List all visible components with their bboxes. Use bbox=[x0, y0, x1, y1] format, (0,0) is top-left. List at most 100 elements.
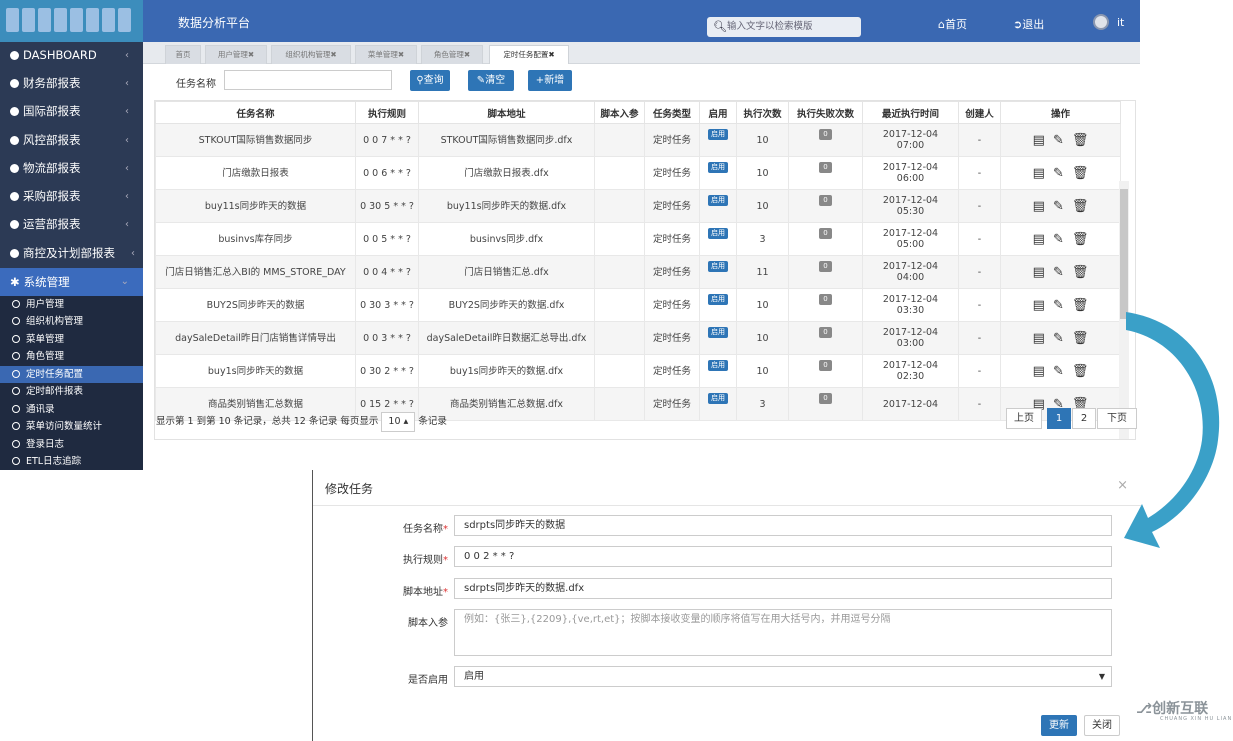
task-name-input[interactable] bbox=[224, 70, 392, 90]
view-log-icon[interactable]: ▤ bbox=[1033, 266, 1045, 279]
page-1-button[interactable]: 1 bbox=[1047, 408, 1071, 429]
circle-icon bbox=[10, 79, 19, 88]
circle-icon bbox=[10, 51, 19, 60]
sidebar-sub-menu-stats[interactable]: 菜单访问数量统计 bbox=[0, 418, 143, 435]
prev-page-button[interactable]: 上页 bbox=[1006, 408, 1042, 429]
user-name[interactable]: it bbox=[1117, 16, 1124, 29]
sidebar-item-dashboard[interactable]: DASHBOARD ‹ bbox=[0, 42, 143, 69]
rule-field[interactable]: 0 0 2 * * ? bbox=[454, 546, 1112, 567]
view-log-icon[interactable]: ▤ bbox=[1033, 134, 1045, 147]
logo[interactable] bbox=[0, 0, 143, 42]
trash-icon[interactable]: 🗑︎ bbox=[1072, 167, 1089, 180]
tab-roles[interactable]: 角色管理✖ bbox=[421, 45, 483, 64]
trash-icon[interactable]: 🗑︎ bbox=[1072, 266, 1089, 279]
sidebar-sub-etl-log[interactable]: ETL日志追踪 bbox=[0, 453, 143, 470]
circle-icon bbox=[10, 192, 19, 201]
cell-rule: 0 0 7 * * ? bbox=[355, 123, 419, 157]
cell-ops: ▤ ✎ 🗑︎ bbox=[1000, 321, 1121, 355]
trash-icon[interactable]: 🗑︎ bbox=[1072, 200, 1089, 213]
page-size-select[interactable]: 10 ▴ bbox=[381, 412, 416, 432]
top-bar: 数据分析平台 🔍︎ 输入文字以检索模版 ⌂首页 ➲退出 it bbox=[0, 0, 1140, 42]
label-text: 执行规则 bbox=[403, 555, 443, 566]
tab-org[interactable]: 组织机构管理✖ bbox=[271, 45, 351, 64]
tab-scheduled-tasks[interactable]: 定时任务配置✖ bbox=[489, 45, 569, 64]
sidebar-sub-org[interactable]: 组织机构管理 bbox=[0, 313, 143, 330]
circle-outline-icon bbox=[12, 370, 20, 378]
page-2-button[interactable]: 2 bbox=[1072, 408, 1096, 429]
sidebar-item-international[interactable]: 国际部报表 ‹ bbox=[0, 98, 143, 125]
tab-users[interactable]: 用户管理✖ bbox=[205, 45, 267, 64]
trash-icon[interactable]: 🗑︎ bbox=[1072, 299, 1089, 312]
sidebar-item-finance[interactable]: 财务部报表 ‹ bbox=[0, 70, 143, 97]
view-log-icon[interactable]: ▤ bbox=[1033, 365, 1045, 378]
pagination-info-prefix: 显示第 1 到第 10 条记录，总共 12 条记录 每页显示 bbox=[156, 416, 379, 427]
edit-icon[interactable]: ✎ bbox=[1053, 266, 1064, 279]
update-button[interactable]: 更新 bbox=[1041, 715, 1077, 736]
circle-icon bbox=[10, 107, 19, 116]
edit-icon[interactable]: ✎ bbox=[1053, 167, 1064, 180]
fail-count-badge: 0 bbox=[819, 360, 832, 371]
sidebar-item-operations[interactable]: 运营部报表 ‹ bbox=[0, 211, 143, 238]
table-row[interactable]: daySaleDetail昨日门店销售详情导出 0 0 3 * * ? daySal… bbox=[155, 321, 1121, 355]
logout-link[interactable]: ➲退出 bbox=[1013, 16, 1044, 32]
watermark-subtext: CHUANG XIN HU LIAN bbox=[1160, 716, 1233, 722]
sidebar-item-system[interactable]: ✱ 系统管理 ⌄ bbox=[0, 268, 143, 296]
rule-field-label: 执行规则* bbox=[313, 551, 448, 566]
sidebar-item-logistics[interactable]: 物流部报表 ‹ bbox=[0, 155, 143, 182]
edit-icon[interactable]: ✎ bbox=[1053, 365, 1064, 378]
table-row[interactable]: BUY2S同步昨天的数据 0 30 3 * * ? BUY2S同步昨天的数据.dfx… bbox=[155, 288, 1121, 322]
view-log-icon[interactable]: ▤ bbox=[1033, 167, 1045, 180]
home-link[interactable]: ⌂首页 bbox=[938, 16, 967, 32]
query-button[interactable]: ⚲查询 bbox=[410, 70, 450, 91]
sidebar-item-planning[interactable]: 商控及计划部报表 ‹ bbox=[0, 240, 143, 267]
tab-menu[interactable]: 菜单管理✖ bbox=[355, 45, 417, 64]
sidebar-sub-menu[interactable]: 菜单管理 bbox=[0, 331, 143, 348]
sidebar-item-label: 财务部报表 bbox=[23, 76, 81, 90]
task-name-field[interactable]: sdrpts同步昨天的数据 bbox=[454, 515, 1112, 536]
table-row[interactable]: businvs库存同步 0 0 5 * * ? businvs同步.dfx 定时任务启… bbox=[155, 222, 1121, 256]
sub-item-label: 菜单管理 bbox=[26, 334, 65, 345]
enabled-select[interactable]: 启用 ▼ bbox=[454, 666, 1112, 687]
sidebar-item-risk[interactable]: 风控部报表 ‹ bbox=[0, 127, 143, 154]
param-field[interactable]: 例如：{张三},{2209},{ve,rt,et}；按脚本接收变量的顺序将值写在… bbox=[454, 609, 1112, 656]
table-row[interactable]: buy1s同步昨天的数据 0 30 2 * * ? buy1s同步昨天的数据.dfx… bbox=[155, 354, 1121, 388]
cancel-button[interactable]: 关闭 bbox=[1084, 715, 1120, 736]
sidebar-sub-scheduled-tasks[interactable]: 定时任务配置 bbox=[0, 366, 143, 383]
sidebar-sub-contacts[interactable]: 通讯录 bbox=[0, 401, 143, 418]
avatar[interactable] bbox=[1093, 14, 1109, 30]
edit-icon[interactable]: ✎ bbox=[1053, 299, 1064, 312]
edit-icon[interactable]: ✎ bbox=[1053, 233, 1064, 246]
table-row[interactable]: STKOUT国际销售数据同步 0 0 7 * * ? STKOUT国际销售数据同步.… bbox=[155, 123, 1121, 157]
clear-button[interactable]: ✎清空 bbox=[468, 70, 514, 91]
table-row[interactable]: 门店日销售汇总入BI的 MMS_STORE_DAY 0 0 4 * * ? 门店日销… bbox=[155, 255, 1121, 289]
view-log-icon[interactable]: ▤ bbox=[1033, 332, 1045, 345]
view-log-icon[interactable]: ▤ bbox=[1033, 233, 1045, 246]
edit-icon[interactable]: ✎ bbox=[1053, 332, 1064, 345]
trash-icon[interactable]: 🗑︎ bbox=[1072, 233, 1089, 246]
template-search-input[interactable]: 🔍︎ 输入文字以检索模版 bbox=[707, 17, 861, 37]
view-log-icon[interactable]: ▤ bbox=[1033, 299, 1045, 312]
sidebar-sub-scheduled-mail[interactable]: 定时邮件报表 bbox=[0, 383, 143, 400]
sidebar-sub-login-log[interactable]: 登录日志 bbox=[0, 436, 143, 453]
table-row[interactable]: buy11s同步昨天的数据 0 30 5 * * ? buy11s同步昨天的数据.d… bbox=[155, 189, 1121, 223]
trash-icon[interactable]: 🗑︎ bbox=[1072, 332, 1089, 345]
sidebar-item-purchasing[interactable]: 采购部报表 ‹ bbox=[0, 183, 143, 210]
param-field-label: 脚本入参 bbox=[408, 618, 448, 629]
add-button[interactable]: +新增 bbox=[528, 70, 572, 91]
cell-ops: ▤ ✎ 🗑︎ bbox=[1000, 288, 1121, 322]
enabled-badge: 启用 bbox=[708, 261, 728, 272]
view-log-icon[interactable]: ▤ bbox=[1033, 200, 1045, 213]
cell-enabled: 启用 bbox=[699, 288, 737, 322]
watermark-logo: ⎇创新互联 bbox=[1136, 698, 1208, 718]
tab-home[interactable]: 首页 bbox=[165, 45, 201, 64]
script-field-label: 脚本地址* bbox=[313, 583, 448, 598]
trash-icon[interactable]: 🗑︎ bbox=[1072, 134, 1089, 147]
cell-type: 定时任务 bbox=[644, 288, 700, 322]
table-row[interactable]: 门店缴款日报表 0 0 6 * * ? 门店缴款日报表.dfx 定时任务 启用 10 0 20… bbox=[155, 156, 1121, 190]
sidebar-sub-roles[interactable]: 角色管理 bbox=[0, 348, 143, 365]
sidebar-sub-users[interactable]: 用户管理 bbox=[0, 296, 143, 313]
edit-icon[interactable]: ✎ bbox=[1053, 134, 1064, 147]
edit-icon[interactable]: ✎ bbox=[1053, 200, 1064, 213]
script-field[interactable]: sdrpts同步昨天的数据.dfx bbox=[454, 578, 1112, 599]
trash-icon[interactable]: 🗑︎ bbox=[1072, 365, 1089, 378]
